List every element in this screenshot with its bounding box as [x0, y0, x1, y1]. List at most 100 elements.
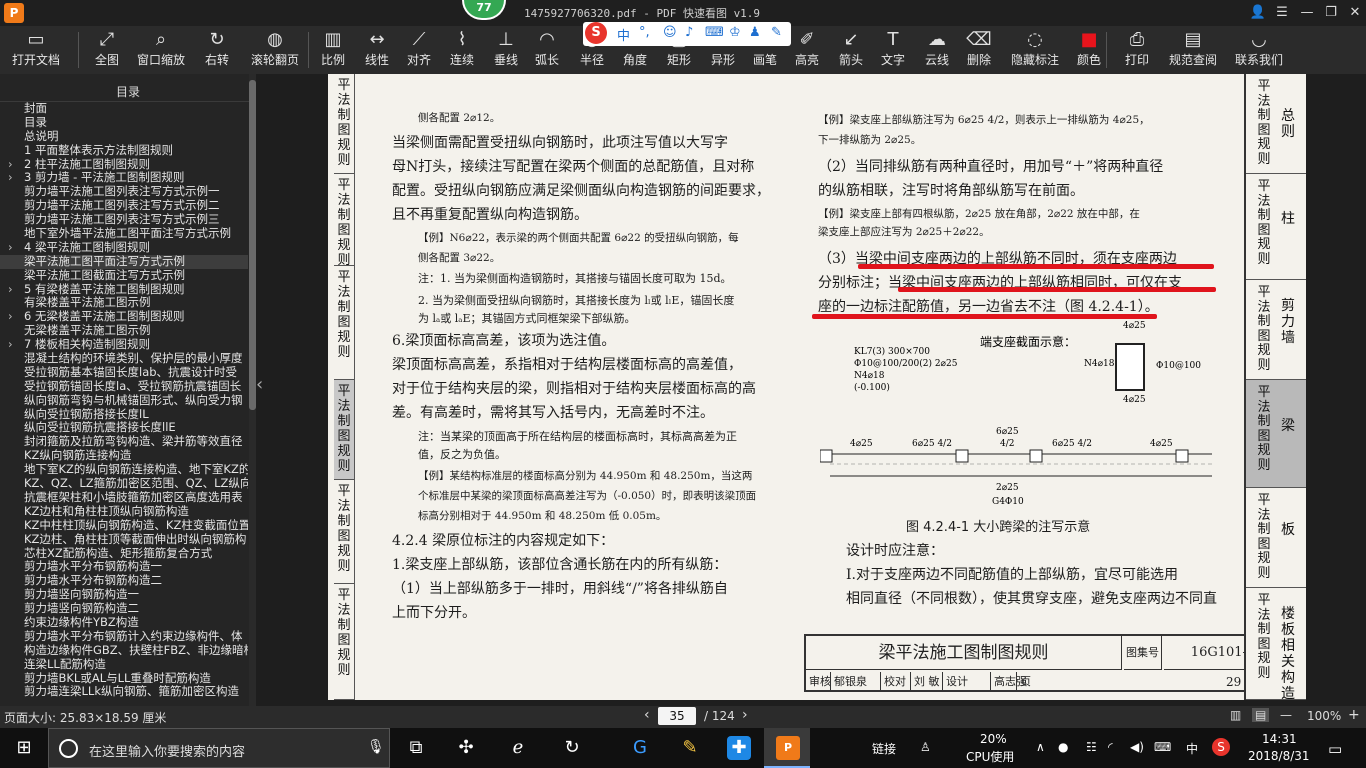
- close-button[interactable]: ✕: [1346, 4, 1364, 22]
- toc-item[interactable]: 纵向受拉钢筋抗震搭接长度llE: [0, 421, 248, 435]
- sogou-tray-icon[interactable]: S: [1212, 738, 1230, 756]
- ime-lang-toggle[interactable]: 中: [617, 25, 630, 44]
- toc-item[interactable]: 剪力墙水平分布钢筋计入约束边缘构件、体: [0, 630, 248, 644]
- menu-icon[interactable]: ☰: [1273, 4, 1291, 22]
- network-icon[interactable]: ☷: [1086, 740, 1097, 754]
- toc-item[interactable]: 连梁LL配筋构造: [0, 658, 248, 672]
- toc-item[interactable]: 剪力墙平法施工图列表注写方式示例三: [0, 213, 248, 227]
- toc-item[interactable]: 剪力墙竖向钢筋构造二: [0, 602, 248, 616]
- toc-item[interactable]: 抗震框架柱和小墙肢箍筋加密区高度选用表: [0, 491, 248, 505]
- toc-item[interactable]: 无梁楼盖平法施工图示例: [0, 324, 248, 338]
- tool-headset[interactable]: ◡ 联系我们: [1232, 26, 1286, 74]
- zoom-out-icon[interactable]: —: [1280, 708, 1292, 722]
- zoom-level[interactable]: 100%: [1307, 709, 1341, 723]
- left-section-tab[interactable]: 平法制图规则: [334, 380, 354, 480]
- cloud-icon[interactable]: ●: [1058, 740, 1068, 754]
- tool-rotate-right[interactable]: ↻ 右转: [198, 26, 236, 74]
- plus-app-icon[interactable]: ✚: [727, 736, 751, 760]
- tool-folder[interactable]: ▭ 打开文档: [6, 26, 66, 74]
- continuous-view-icon[interactable]: ▤: [1252, 708, 1270, 722]
- chevron-right-icon[interactable]: ›: [8, 241, 24, 255]
- toc-item[interactable]: › 7 楼板相关构造制图规则: [0, 338, 248, 352]
- page-number-input[interactable]: 35: [658, 707, 696, 725]
- tool-book[interactable]: ▤ 规范查阅: [1168, 26, 1218, 74]
- toc-item[interactable]: › 5 有梁楼盖平法施工图制图规则: [0, 283, 248, 297]
- toc-item[interactable]: 纵向钢筋弯钩与机械锚固形式、纵向受力钢: [0, 394, 248, 408]
- tool-mouse-scroll[interactable]: ◍ 滚轮翻页: [248, 26, 302, 74]
- toc-item[interactable]: 梁平法施工图截面注写方式示例: [0, 269, 248, 283]
- emoji-icon[interactable]: ☺: [663, 25, 677, 40]
- toc-item[interactable]: 约束边缘构件YBZ构造: [0, 616, 248, 630]
- pinwheel-app-icon[interactable]: ✣: [454, 736, 478, 760]
- toc-item[interactable]: 受拉钢筋基本锚固长度lab、抗震设计时受: [0, 366, 248, 380]
- ime-lang-indicator[interactable]: 中: [1186, 740, 1198, 757]
- tool-fit-all[interactable]: ⤢ 全图: [88, 26, 126, 74]
- toc-item[interactable]: 1 平面整体表示方法制图规则: [0, 144, 248, 158]
- left-section-tab[interactable]: 平法制图规则: [334, 174, 354, 268]
- tool-aligned-measure[interactable]: ⟋ 对齐: [402, 26, 436, 74]
- toc-item[interactable]: 地下室外墙平法施工图平面注写方式示例: [0, 227, 248, 241]
- tool-printer[interactable]: ⎙ 打印: [1120, 26, 1154, 74]
- task-view-icon[interactable]: ⧉: [404, 736, 428, 760]
- toc-item[interactable]: 封闭箍筋及拉筋弯钩构造、梁并筋等效直径: [0, 435, 248, 449]
- maximize-button[interactable]: ❐: [1322, 4, 1340, 22]
- toc-item[interactable]: KZ边柱、角柱柱顶等截面伸出时纵向钢筋构: [0, 533, 248, 547]
- toc-item[interactable]: 地下室KZ的纵向钢筋连接构造、地下室KZ的: [0, 463, 248, 477]
- wifi-icon[interactable]: ◜: [1108, 740, 1113, 754]
- ime-toolbar[interactable]: S 中 °, ☺ ♪ ⌨ ♔ ♟ ✎: [583, 22, 791, 46]
- toc-item[interactable]: 剪力墙水平分布钢筋构造二: [0, 574, 248, 588]
- right-section-tab[interactable]: 平法制图规则 总则: [1246, 74, 1306, 174]
- left-section-tab[interactable]: 平法制图规则: [334, 74, 354, 174]
- toc-item[interactable]: 梁平法施工图平面注写方式示例: [0, 254, 248, 269]
- toc-item[interactable]: › 6 无梁楼盖平法施工图制图规则: [0, 310, 248, 324]
- tool-color-swatch[interactable]: ■ 颜色: [1074, 26, 1104, 74]
- right-section-tab[interactable]: 平法制图规则 楼板相关构造: [1246, 588, 1306, 702]
- toc-item[interactable]: 有梁楼盖平法施工图示例: [0, 296, 248, 310]
- tool-continuous-measure[interactable]: ⌇ 连续: [444, 26, 480, 74]
- chevron-right-icon[interactable]: ›: [8, 158, 24, 172]
- toc-item[interactable]: 剪力墙平法施工图列表注写方式示例二: [0, 199, 248, 213]
- windows-start-icon[interactable]: ⊞: [12, 736, 36, 760]
- toc-item[interactable]: KZ纵向钢筋连接构造: [0, 449, 248, 463]
- volume-icon[interactable]: ◀): [1130, 740, 1144, 754]
- notification-badge[interactable]: 77: [462, 0, 506, 20]
- toc-item[interactable]: 剪力墙连梁LLk纵向钢筋、箍筋加密区构造: [0, 685, 248, 699]
- toc-item[interactable]: 受拉钢筋锚固长度la、受拉钢筋抗震锚固长: [0, 380, 248, 394]
- sidebar-collapse[interactable]: ‹: [256, 74, 328, 706]
- tool-arrow[interactable]: ↙ 箭头: [834, 26, 868, 74]
- toc-item[interactable]: 剪力墙BKL或AL与LL重叠时配筋构造: [0, 672, 248, 686]
- toc-item[interactable]: 封面: [0, 102, 248, 116]
- right-section-tab[interactable]: 平法制图规则 剪力墙: [1246, 280, 1306, 380]
- left-section-tab[interactable]: 平法制图规则: [334, 480, 354, 584]
- toc-item[interactable]: 混凝土结构的环境类别、保护层的最小厚度: [0, 352, 248, 366]
- user-ime-icon[interactable]: ♔: [729, 25, 741, 40]
- chevron-right-icon[interactable]: ›: [8, 283, 24, 297]
- tool-arc-length[interactable]: ◠ 弧长: [530, 26, 564, 74]
- tool-scale[interactable]: ▥ 比例: [316, 26, 350, 74]
- chevron-right-icon[interactable]: ›: [8, 310, 24, 324]
- chevron-left-icon[interactable]: ‹: [256, 374, 263, 395]
- toc-item[interactable]: KZ、QZ、LZ箍筋加密区范围、QZ、LZ纵向钢: [0, 477, 248, 491]
- toc-item[interactable]: KZ边柱和角柱柱顶纵向钢筋构造: [0, 505, 248, 519]
- toc-item[interactable]: 目录: [0, 116, 248, 130]
- action-center-icon[interactable]: ▭: [1328, 740, 1342, 758]
- keyboard-tray-icon[interactable]: ⌨: [1154, 740, 1171, 754]
- toc-item[interactable]: › 4 梁平法施工图制图规则: [0, 241, 248, 255]
- right-section-tab[interactable]: 平法制图规则梁: [1246, 380, 1306, 488]
- g-app-icon[interactable]: G: [628, 736, 652, 760]
- toc-scrollbar-thumb[interactable]: [249, 80, 256, 410]
- minimize-button[interactable]: —: [1298, 4, 1316, 22]
- toc-item[interactable]: 总说明: [0, 130, 248, 144]
- refresh-app-icon[interactable]: ↻: [560, 736, 584, 760]
- toc-item[interactable]: 纵向受拉钢筋搭接长度lL: [0, 408, 248, 422]
- notes-app-icon[interactable]: ✎: [678, 736, 702, 760]
- toc-item[interactable]: KZ中柱柱顶纵向钢筋构造、KZ柱变截面位置: [0, 519, 248, 533]
- toc-item[interactable]: 剪力墙平法施工图列表注写方式示例一: [0, 185, 248, 199]
- tool-eraser[interactable]: ⌫ 删除: [962, 26, 996, 74]
- tool-linear-measure[interactable]: ↔ 线性: [360, 26, 394, 74]
- left-section-tab[interactable]: 平法制图规则: [334, 584, 354, 700]
- tool-highlight[interactable]: ✐ 高亮: [790, 26, 824, 74]
- chevron-right-icon[interactable]: ›: [8, 338, 24, 352]
- user-icon[interactable]: 👤: [1249, 4, 1267, 22]
- toc-item[interactable]: 芯柱XZ配筋构造、矩形箍筋复合方式: [0, 547, 248, 561]
